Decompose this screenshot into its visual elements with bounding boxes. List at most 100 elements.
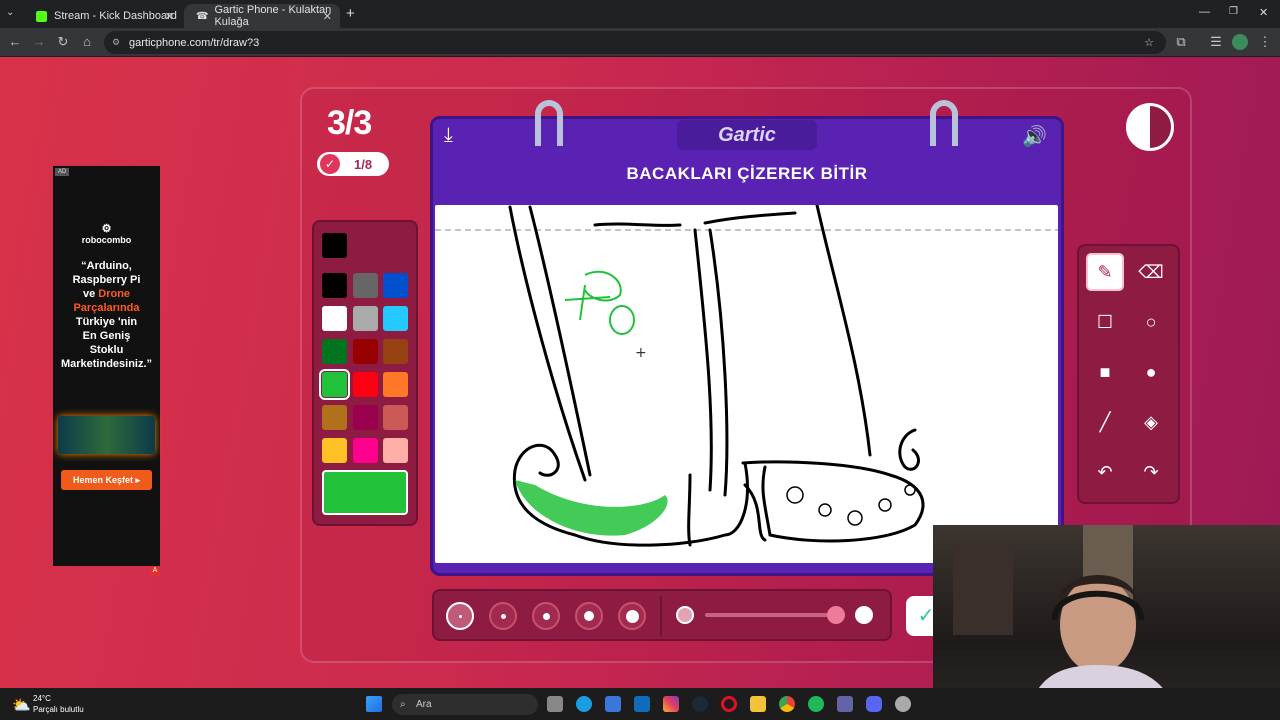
teams-icon[interactable] [837,696,853,712]
color-swatch[interactable] [322,405,347,430]
tab-gartic-phone[interactable]: ☎ Gartic Phone - Kulaktan Kulağa ✕ [184,4,340,28]
brush-size-4[interactable] [575,602,603,630]
color-swatch[interactable] [319,369,350,400]
robot-icon: ⚙ [101,223,112,235]
spotify-icon[interactable] [808,696,824,712]
home-icon[interactable]: ⌂ [79,34,95,50]
svg-text:+: + [635,345,647,361]
color-swatch[interactable] [352,405,378,430]
search-icon: ⌕ [400,699,406,710]
bookmark-star-icon[interactable]: ☆ [1144,36,1154,49]
redo-icon[interactable]: ↷ [1132,453,1170,491]
tab-search-menu-icon[interactable]: ⌄ [6,7,14,18]
file-explorer-icon[interactable] [750,696,766,712]
browser-toolbar: ← → ↻ ⌂ ⚙ garticphone.com/tr/draw?3 ☆ ⧉ … [0,28,1280,57]
gartic-logo: Gartic [677,120,817,150]
back-arrow-icon[interactable]: ← [7,34,23,50]
eraser-tool-icon[interactable]: ⌫ [1132,253,1170,291]
ad-choices-icon[interactable]: A [150,566,160,576]
brush-size-3[interactable] [532,602,560,630]
opera-icon[interactable] [721,696,737,712]
profile-avatar[interactable] [1232,34,1248,50]
reading-list-icon[interactable]: ☰ [1208,34,1224,50]
ellipse-fill-tool-icon[interactable]: ● [1132,353,1170,391]
opacity-slider-handle[interactable] [827,606,845,624]
rectangle-outline-tool-icon[interactable]: ☐ [1086,303,1124,341]
color-swatch[interactable] [352,306,378,331]
outlook-icon[interactable] [634,696,650,712]
ad-text: “Arduino, Raspberry Pi ve Drone Parçalar… [60,260,153,370]
ad-brand-logo: ⚙ robocombo [53,222,160,245]
brush-size-2[interactable] [489,602,517,630]
color-swatch[interactable] [322,306,347,331]
canvas-drawing: + [435,203,1058,547]
color-swatch[interactable] [383,405,408,430]
store-icon[interactable] [605,696,621,712]
taskbar-search[interactable]: ⌕ Ara [392,694,538,715]
volume-icon[interactable]: 🔊 [1022,124,1047,149]
players-done-badge: ✓ 1/8 [317,152,389,176]
browser-menu-icon[interactable]: ⋮ [1257,34,1273,50]
opacity-max-indicator [855,606,873,624]
ad-cta-button[interactable]: Hemen Keşfet ▸ [61,470,152,490]
extensions-icon[interactable]: ⧉ [1173,34,1189,50]
forward-arrow-icon[interactable]: → [31,34,47,50]
close-tab-icon[interactable]: ✕ [323,10,332,23]
window-restore-button[interactable]: ❐ [1229,6,1238,17]
color-swatch[interactable] [322,438,347,463]
color-swatch[interactable] [383,372,408,397]
steam-icon[interactable] [692,696,708,712]
binder-ring-right [930,100,958,146]
divider [660,596,662,636]
gartic-favicon-icon: ☎ [196,10,209,22]
color-swatch[interactable] [352,273,378,298]
undo-icon[interactable]: ↶ [1086,453,1124,491]
brush-size-1[interactable] [446,602,474,630]
address-bar[interactable]: ⚙ garticphone.com/tr/draw?3 ☆ [104,31,1166,54]
window-close-button[interactable]: ✕ [1259,6,1268,19]
opacity-slider-track[interactable] [705,613,835,617]
ad-tag: AD [55,168,70,176]
color-swatch[interactable] [383,306,408,331]
pencil-tool-icon[interactable]: ✎ [1086,253,1124,291]
color-swatch[interactable] [352,372,378,397]
fill-bucket-tool-icon[interactable]: ◈ [1132,403,1170,441]
tab-title: Stream - Kick Dashboard [54,10,177,22]
close-tab-icon[interactable]: ✕ [165,10,174,23]
edge-icon[interactable] [576,696,592,712]
robocombo-ad[interactable]: AD ⚙ robocombo “Arduino, Raspberry Pi ve… [53,166,160,576]
window-minimize-button[interactable]: — [1199,6,1210,18]
url-text: garticphone.com/tr/draw?3 [129,36,260,49]
weather-desc: Parçalı bulutlu [33,705,84,714]
contrast-toggle-icon[interactable] [1126,103,1174,151]
instagram-icon[interactable] [663,696,679,712]
chrome-icon[interactable] [779,696,795,712]
weather-icon[interactable]: ⛅ [12,696,31,714]
color-swatch[interactable] [322,339,347,364]
new-tab-button[interactable]: + [346,5,355,22]
done-count: 1/8 [354,156,373,172]
brush-size-5[interactable] [618,602,646,630]
drawing-canvas[interactable]: + [435,203,1058,563]
line-tool-icon[interactable]: ╱ [1086,403,1124,441]
round-counter: 3/3 [327,104,372,142]
tab-kick-dashboard[interactable]: Stream - Kick Dashboard ✕ [24,4,182,28]
discord-icon[interactable] [866,696,882,712]
color-swatch[interactable] [383,438,408,463]
instruction-title: BACAKLARI ÇİZEREK BİTİR [626,164,868,183]
color-swatch[interactable] [322,273,347,298]
start-button[interactable] [366,696,382,712]
rectangle-fill-tool-icon[interactable]: ■ [1086,353,1124,391]
color-swatch[interactable] [383,273,408,298]
app-icon[interactable] [895,696,911,712]
download-icon[interactable]: ⤓ [444,124,453,147]
color-swatch[interactable] [352,438,378,463]
ad-product-image [58,416,155,454]
color-swatch[interactable] [352,339,378,364]
task-view-icon[interactable] [547,696,563,712]
ellipse-outline-tool-icon[interactable]: ○ [1132,303,1170,341]
color-swatch[interactable] [383,339,408,364]
kick-favicon-icon [36,10,47,22]
site-info-icon[interactable]: ⚙ [112,37,120,48]
reload-icon[interactable]: ↻ [55,34,71,50]
